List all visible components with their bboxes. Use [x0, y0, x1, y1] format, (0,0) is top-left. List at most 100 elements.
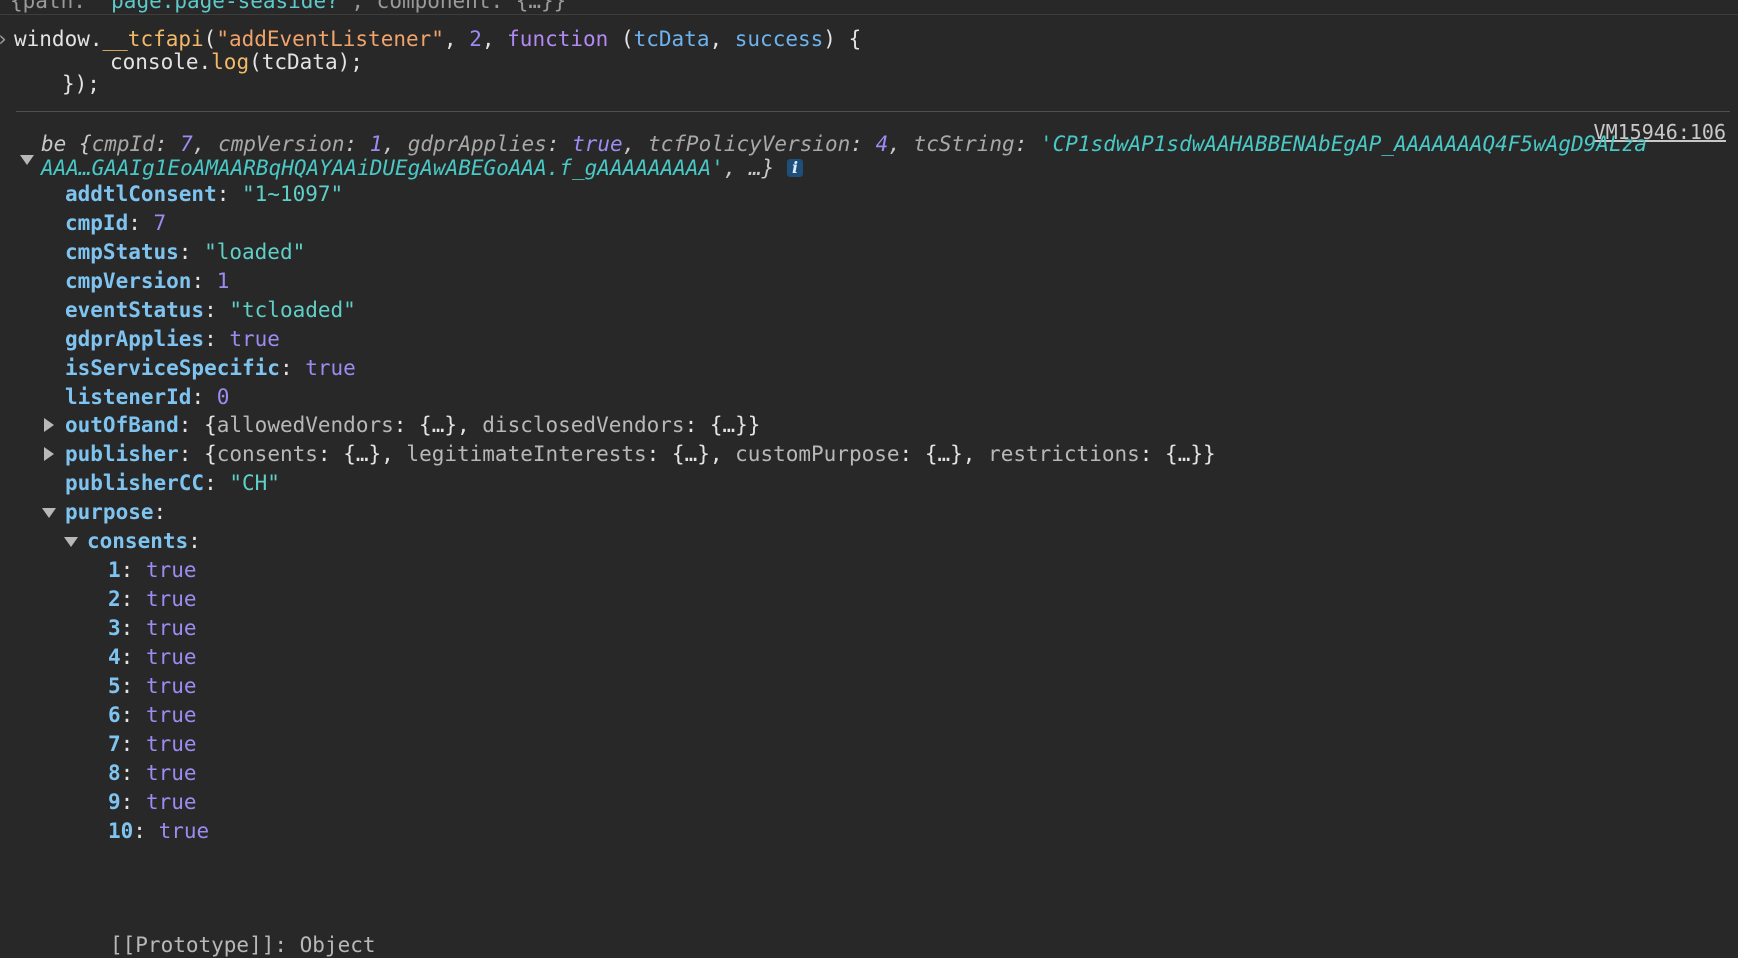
property-key: eventStatus — [65, 298, 205, 322]
consent-item[interactable]: 3: true — [108, 615, 197, 641]
property-outOfBand[interactable]: outOfBand: {allowedVendors: {…}, disclos… — [65, 412, 760, 438]
property-row[interactable]: cmpStatus: "loaded" — [65, 239, 305, 265]
property-key: 8 — [108, 761, 121, 785]
summary-value: 4 — [875, 132, 889, 156]
property-key: cmpVersion — [65, 269, 192, 293]
expand-triangle-down-icon[interactable] — [20, 155, 34, 165]
expand-triangle-down-icon[interactable] — [64, 537, 78, 547]
prototype-line[interactable]: [[Prototype]]: Object — [110, 932, 376, 958]
property-value: true — [145, 790, 197, 814]
consent-item[interactable]: 2: true — [108, 586, 197, 612]
summary-value: 7 — [180, 132, 193, 156]
summary-key: tcString — [913, 132, 1015, 156]
code-token: , — [481, 27, 508, 51]
console-input-line[interactable]: }); — [62, 71, 100, 97]
code-token: (tcData); — [249, 50, 363, 74]
code-token: log — [211, 50, 250, 74]
code-token: , — [443, 27, 470, 51]
property-key: publisher — [65, 442, 179, 466]
expand-triangle-right-icon[interactable] — [44, 418, 54, 432]
code-token: tcData — [633, 27, 710, 51]
property-key: 5 — [108, 674, 121, 698]
property-value: true — [229, 327, 280, 351]
consent-item[interactable]: 6: true — [108, 702, 197, 728]
property-value: "1~1097" — [242, 182, 344, 206]
property-key: listenerId — [65, 385, 192, 409]
property-key: 4 — [108, 645, 121, 669]
expand-triangle-right-icon[interactable] — [44, 447, 54, 461]
code-token: __tcfapi — [102, 27, 204, 51]
property-row[interactable]: cmpVersion: 1 — [65, 268, 229, 294]
consent-item[interactable]: 5: true — [108, 673, 197, 699]
code-token: ) { — [823, 27, 862, 51]
summary-key: cmpId — [91, 132, 155, 156]
property-publisher[interactable]: publisher: {consents: {…}, legitimateInt… — [65, 441, 1216, 467]
consent-item[interactable]: 10: true — [108, 818, 209, 844]
property-consents[interactable]: consents: — [87, 528, 201, 554]
summary-value: 1 — [369, 132, 383, 156]
property-value: 1 — [216, 269, 230, 293]
property-row[interactable]: eventStatus: "tcloaded" — [65, 297, 356, 323]
code-token: ( — [608, 27, 634, 51]
consent-item[interactable]: 7: true — [108, 731, 197, 757]
summary-key: tcfPolicyVersion — [648, 132, 851, 156]
property-key: 9 — [108, 790, 121, 814]
property-value: true — [158, 819, 210, 843]
consent-item[interactable]: 9: true — [108, 789, 197, 815]
property-row[interactable]: cmpId: 7 — [65, 210, 166, 236]
log-text: , component: {…}} — [351, 0, 567, 13]
property-key: 10 — [108, 819, 134, 843]
property-key: consents — [87, 529, 189, 553]
property-purpose[interactable]: purpose: — [65, 499, 166, 525]
code-token: console. — [110, 50, 212, 74]
property-row[interactable]: isServiceSpecific: true — [65, 355, 356, 381]
code-token: , …} — [723, 156, 775, 180]
summary-key: cmpVersion — [218, 132, 345, 156]
code-token: , — [709, 27, 735, 51]
info-icon[interactable]: i — [786, 159, 804, 177]
property-key: 3 — [108, 616, 121, 640]
summary-key: gdprApplies — [407, 132, 547, 156]
input-prompt-icon: › — [0, 26, 9, 52]
property-value: true — [305, 356, 356, 380]
property-key: publisherCC — [65, 471, 205, 495]
property-row[interactable]: addtlConsent: "1~1097" — [65, 181, 343, 207]
truncated-log-line: {path: 'page:page-seaside?', component: … — [10, 0, 566, 14]
property-preview: {consents: {…}, legitimateInterests: {…}… — [204, 442, 1216, 466]
property-key: addtlConsent — [65, 182, 217, 206]
object-summary-line2[interactable]: AAA…GAAIg1EoAMAARBqHQAYAAiDUEgAwABEGoAAA… — [41, 155, 804, 181]
property-preview: {allowedVendors: {…}, disclosedVendors: … — [204, 413, 761, 437]
property-value: true — [145, 674, 197, 698]
property-value: true — [145, 587, 197, 611]
property-key: gdprApplies — [65, 327, 205, 351]
property-value: 0 — [216, 385, 230, 409]
property-value: "loaded" — [204, 240, 306, 264]
divider — [0, 14, 1738, 15]
property-value: "tcloaded" — [229, 298, 356, 322]
property-value: true — [145, 732, 197, 756]
code-token: "addEventListener" — [216, 27, 444, 51]
property-value: true — [145, 645, 197, 669]
log-text: {path: — [10, 0, 99, 13]
consent-item[interactable]: 4: true — [108, 644, 197, 670]
class-name: be — [41, 132, 79, 156]
property-key: 1 — [108, 558, 121, 582]
code-token: 2 — [469, 27, 482, 51]
property-value: true — [145, 616, 197, 640]
expand-triangle-down-icon[interactable] — [42, 508, 56, 518]
property-value: true — [145, 558, 197, 582]
property-publisherCC[interactable]: publisherCC: "CH" — [65, 470, 280, 496]
property-value: 7 — [153, 211, 167, 235]
summary-value: 'CP1sdwAP1sdwAAHABBENAbEgAP_AAAAAAAQ4F5w… — [1040, 132, 1647, 156]
divider — [16, 111, 1730, 112]
object-summary-line1[interactable]: be {cmpId: 7, cmpVersion: 1, gdprApplies… — [41, 131, 1647, 157]
console-input-line[interactable]: console.log(tcData); — [110, 49, 363, 75]
code-token: success — [734, 27, 824, 51]
consent-item[interactable]: 8: true — [108, 760, 197, 786]
summary-value: true — [572, 132, 623, 156]
property-row[interactable]: gdprApplies: true — [65, 326, 280, 352]
log-string: 'page:page-seaside?' — [98, 0, 352, 13]
property-key: 7 — [108, 732, 121, 756]
consent-item[interactable]: 1: true — [108, 557, 197, 583]
property-row[interactable]: listenerId: 0 — [65, 384, 229, 410]
